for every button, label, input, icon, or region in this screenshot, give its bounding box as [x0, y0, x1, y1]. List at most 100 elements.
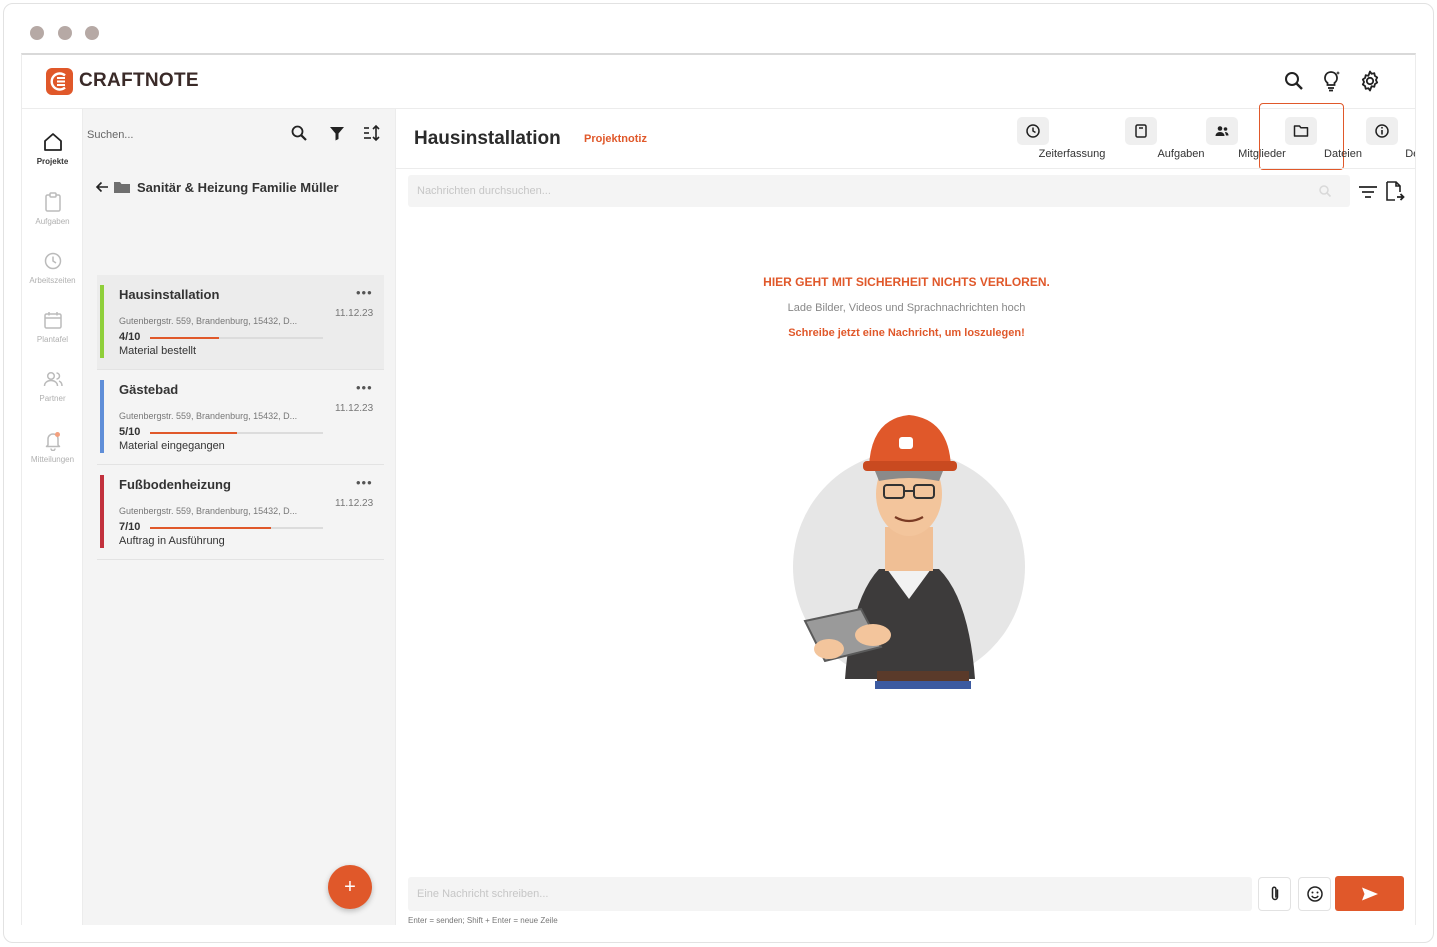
project-card-gaestebad[interactable]: Gästebad ••• 11.12.23 Gutenbergstr. 559, Br… — [97, 370, 384, 465]
window-dot-maximize[interactable] — [85, 26, 99, 40]
nav-label: Projekte — [36, 157, 69, 166]
empty-state-subline: Lade Bilder, Videos und Sprachnachrichte… — [787, 302, 1026, 314]
divider — [396, 168, 1415, 169]
project-task-count: 5/10 — [119, 426, 141, 438]
nav-item-arbeitszeiten[interactable]: Arbeitszeiten — [22, 250, 83, 285]
craftnote-logo-icon — [46, 68, 73, 95]
folder-icon — [1285, 117, 1317, 145]
export-file-icon[interactable] — [1384, 180, 1406, 204]
nav-item-projekte[interactable]: Projekte — [22, 131, 83, 166]
project-status: Material bestellt — [119, 345, 197, 357]
app-window: CRAFTNOTE Projekte Aufgaben Arbeitszeite… — [21, 53, 1416, 925]
window-dot-close[interactable] — [30, 26, 44, 40]
nav-label: Mitteilungen — [30, 455, 75, 464]
project-color-bar — [100, 475, 104, 548]
clipboard-icon — [1125, 117, 1157, 145]
nav-item-mitteilungen[interactable]: Mitteilungen — [22, 429, 83, 464]
project-date: 11.12.23 — [335, 498, 374, 509]
search-icon[interactable] — [1282, 69, 1306, 93]
illustration-jeans — [875, 681, 971, 689]
nav-label: Partner — [39, 394, 66, 403]
project-type-label[interactable]: Projektnotiz — [584, 133, 647, 145]
tab-zeiterfassung[interactable]: Zeiterfassung — [994, 109, 1105, 169]
project-color-bar — [100, 285, 104, 358]
clock-icon — [1017, 117, 1049, 145]
tab-details[interactable]: Details — [1342, 109, 1415, 169]
project-title: Hausinstallation — [119, 287, 220, 302]
emoji-icon — [1306, 886, 1323, 902]
project-progress-fill — [150, 432, 237, 434]
nav-label: Arbeitszeiten — [29, 276, 76, 285]
project-task-count: 7/10 — [119, 521, 141, 533]
add-project-button[interactable]: + — [328, 865, 372, 909]
nav-rail: Projekte Aufgaben Arbeitszeiten Plantafe… — [22, 109, 83, 925]
send-button[interactable] — [1335, 876, 1404, 911]
paperclip-icon — [1271, 886, 1278, 901]
tab-mitglieder[interactable]: Mitglieder — [1182, 109, 1286, 169]
tab-aufgaben[interactable]: Aufgaben — [1101, 109, 1205, 169]
window-dot-minimize[interactable] — [58, 26, 72, 40]
craftsman-illustration — [793, 415, 1025, 689]
emoji-button[interactable] — [1298, 877, 1331, 911]
project-detail: Hausinstallation Projektnotiz Zeiterfass… — [396, 103, 1415, 925]
page-title: Hausinstallation — [414, 128, 561, 149]
project-progress-bar — [150, 432, 323, 434]
project-title: Gästebad — [119, 382, 179, 397]
folder-title: Sanitär & Heizung Familie Müller — [137, 179, 339, 195]
project-progress-bar — [150, 527, 323, 529]
attach-button[interactable] — [1258, 877, 1291, 911]
filter-lines-icon[interactable] — [1357, 182, 1379, 202]
project-card-hausinstallation[interactable]: Hausinstallation ••• 11.12.23 Gutenbergstr.… — [97, 275, 384, 370]
project-progress-fill — [150, 527, 272, 529]
illustration-hand — [855, 624, 891, 646]
calendar-icon — [43, 312, 62, 329]
illustration-helmet-brim — [863, 461, 957, 471]
more-options-icon[interactable]: ••• — [356, 475, 373, 490]
more-options-icon[interactable]: ••• — [356, 380, 373, 395]
project-status: Material eingegangen — [119, 440, 225, 452]
project-status: Auftrag in Ausführung — [119, 535, 225, 547]
illustration-belt — [877, 671, 969, 681]
filter-icon[interactable] — [326, 122, 348, 144]
empty-state-headline: HIER GEHT MIT SICHERHEIT NICHTS VERLOREN… — [763, 275, 1050, 289]
clipboard-icon — [44, 192, 61, 212]
more-options-icon[interactable]: ••• — [356, 285, 373, 300]
search-icon[interactable] — [288, 122, 310, 144]
project-address: Gutenbergstr. 559, Brandenburg, 15432, D… — [119, 506, 298, 516]
project-task-count: 4/10 — [119, 331, 141, 343]
clock-icon — [44, 252, 61, 270]
top-bar: CRAFTNOTE — [22, 55, 1415, 109]
project-search-input[interactable] — [87, 124, 277, 146]
project-date: 11.12.23 — [335, 308, 374, 319]
home-icon — [43, 133, 62, 151]
message-composer-input[interactable] — [408, 877, 1252, 911]
search-icon[interactable] — [1318, 184, 1332, 198]
project-title: Fußbodenheizung — [119, 477, 231, 492]
illustration-hand-left — [814, 639, 844, 659]
nav-label: Plantafel — [36, 335, 69, 344]
folder-breadcrumb: Sanitär & Heizung Familie Müller — [95, 177, 339, 197]
tab-dateien[interactable]: Dateien — [1259, 103, 1362, 170]
nav-item-partner[interactable]: Partner — [22, 368, 83, 403]
sort-icon[interactable] — [361, 122, 383, 144]
project-progress-bar — [150, 337, 323, 339]
empty-state-cta: Schreibe jetzt eine Nachricht, um loszul… — [788, 327, 1025, 339]
nav-item-aufgaben[interactable]: Aufgaben — [22, 191, 83, 226]
project-address: Gutenbergstr. 559, Brandenburg, 15432, D… — [119, 316, 298, 326]
message-search-input[interactable] — [408, 175, 1350, 207]
lightbulb-icon[interactable] — [1319, 69, 1343, 93]
project-card-fussbodenheizung[interactable]: Fußbodenheizung ••• 11.12.23 Gutenbergstr. … — [97, 465, 384, 560]
folder-icon — [114, 182, 130, 193]
project-date: 11.12.23 — [335, 403, 374, 414]
illustration-helmet-logo — [899, 437, 913, 449]
users-icon — [43, 371, 63, 387]
arrow-left-icon[interactable] — [95, 180, 109, 194]
tab-label: Details — [1405, 148, 1415, 160]
brand-name: CRAFTNOTE — [79, 70, 199, 91]
send-icon — [1361, 887, 1378, 900]
project-color-bar — [100, 380, 104, 453]
users-icon — [1206, 117, 1238, 145]
gear-icon[interactable] — [1358, 69, 1382, 93]
project-list-pane: Sanitär & Heizung Familie Müller Hausins… — [83, 109, 396, 925]
nav-item-plantafel[interactable]: Plantafel — [22, 309, 83, 344]
